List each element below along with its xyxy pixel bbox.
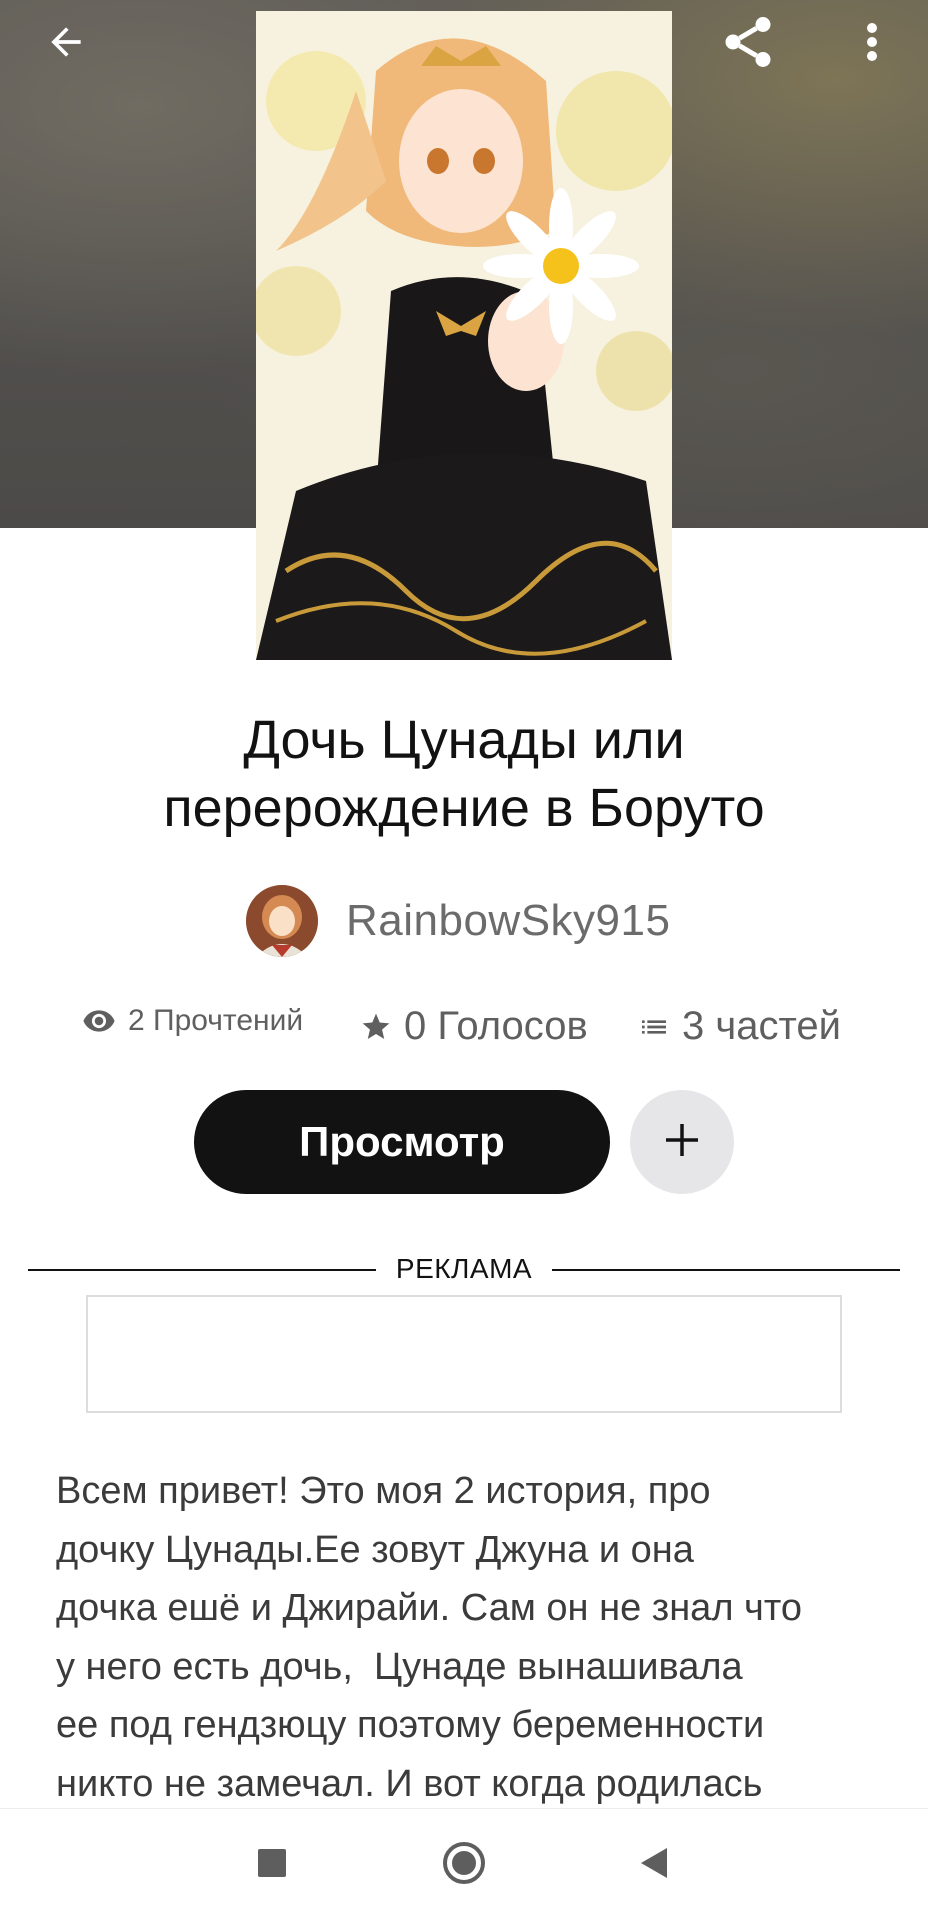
list-icon — [638, 1011, 670, 1043]
description-line: дочку Цунады.Ее зовут Джуна и она — [56, 1528, 694, 1571]
author-avatar[interactable] — [246, 885, 318, 957]
more-vert-icon — [866, 22, 878, 67]
plus-icon — [662, 1120, 702, 1165]
triangle-back-icon — [639, 1846, 669, 1885]
description-line: дочка ешё и Джирайи. Сам он не знал что — [56, 1587, 802, 1629]
story-stats: 2 Прочтений 0 Голосов 3 частей — [0, 998, 928, 1058]
star-icon — [360, 1011, 392, 1043]
add-to-library-button[interactable] — [630, 1090, 734, 1194]
circle-home-icon — [441, 1840, 487, 1891]
ad-divider-left — [28, 1269, 376, 1271]
home-button[interactable] — [424, 1829, 504, 1901]
share-button[interactable] — [708, 4, 788, 84]
description-line: никто не замечал. И вот когда родилась — [56, 1762, 763, 1805]
story-title-line-2: перерождение в Боруто — [163, 778, 765, 838]
description-line: Всем привет! Это моя 2 история, про — [56, 1470, 711, 1512]
ad-divider-right — [552, 1269, 900, 1271]
author-link[interactable]: RainbowSky915 — [246, 885, 670, 957]
more-options-button[interactable] — [832, 4, 912, 84]
votes-stat: 0 Голосов — [360, 1004, 588, 1049]
story-description: Всем привет! Это моя 2 история, про дочк… — [56, 1462, 886, 1810]
square-icon — [257, 1848, 287, 1883]
description-line: у него есть дочь, Цунаде вынашивала — [56, 1645, 743, 1688]
reads-stat: 2 Прочтений — [82, 1004, 303, 1038]
story-cover-image[interactable] — [256, 11, 672, 660]
reads-count: 2 Прочтений — [128, 1004, 304, 1037]
arrow-left-icon — [44, 20, 88, 69]
view-story-button[interactable]: Просмотр — [194, 1090, 610, 1194]
story-title: Дочь Цунады или перерождение в Боруто — [60, 706, 868, 842]
parts-stat[interactable]: 3 частей — [638, 1004, 841, 1049]
author-name[interactable]: RainbowSky915 — [346, 896, 670, 946]
story-title-line-1: Дочь Цунады или — [243, 710, 685, 770]
votes-count: 0 Голосов — [404, 1004, 588, 1048]
system-back-button[interactable] — [614, 1829, 694, 1901]
back-button[interactable] — [26, 4, 106, 84]
recent-apps-button[interactable] — [232, 1829, 312, 1901]
share-icon — [718, 12, 778, 77]
eye-icon — [82, 1004, 116, 1038]
ad-slot[interactable] — [86, 1295, 842, 1413]
ad-label: РЕКЛАМА — [395, 1253, 533, 1284]
description-line: ее под гендзюцу поэтому беременности — [56, 1704, 765, 1746]
system-navigation-bar — [0, 1808, 928, 1920]
parts-count: 3 частей — [682, 1004, 841, 1048]
